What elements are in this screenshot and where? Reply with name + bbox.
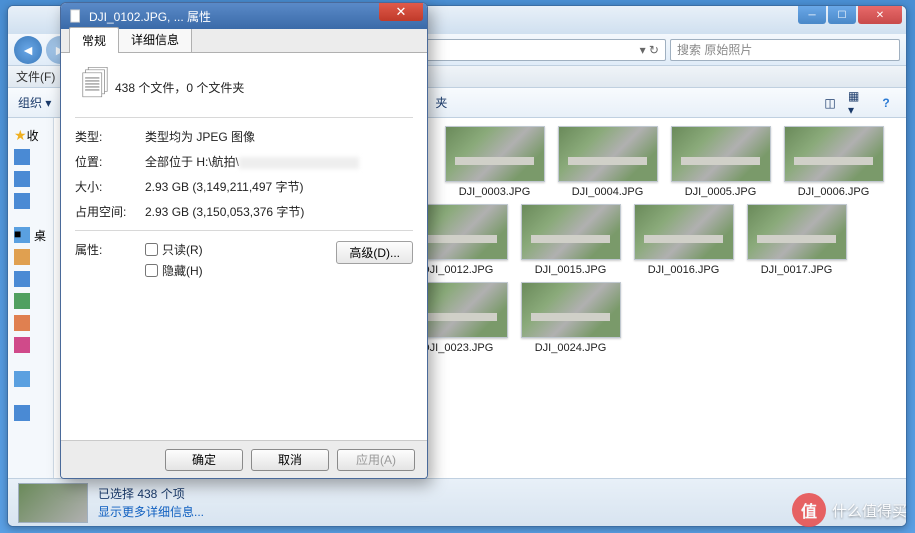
value-sizeondisk: 2.93 GB (3,150,053,376 字节) [145, 203, 413, 220]
menu-file[interactable]: 文件(F) [16, 68, 55, 85]
files-stack-icon: 🗐 [75, 67, 115, 107]
file-name: DJI_0016.JPG [648, 264, 720, 276]
minimize-button[interactable]: ─ [798, 6, 826, 24]
properties-dialog: DJI_0102.JPG, ... 属性 ✕ 常规 详细信息 🗐 438 个文件… [60, 2, 428, 479]
generic-folder-icon[interactable] [14, 193, 30, 209]
advanced-button[interactable]: 高级(D)... [336, 241, 413, 264]
statusbar: 已选择 438 个项 显示更多详细信息... [8, 478, 906, 526]
dialog-title: DJI_0102.JPG, ... 属性 [89, 8, 211, 25]
star-icon: ★ [14, 127, 27, 144]
tab-details[interactable]: 详细信息 [118, 26, 192, 52]
documents-icon[interactable] [14, 315, 30, 331]
thumbnail-image [445, 126, 545, 182]
thumbnail-image [671, 126, 771, 182]
sidebar: ★收 ■桌 [8, 118, 54, 500]
file-name: DJI_0012.JPG [422, 264, 494, 276]
file-thumb[interactable]: DJI_0003.JPG [442, 126, 547, 198]
dialog-footer: 确定 取消 应用(A) [61, 440, 427, 478]
apply-button[interactable]: 应用(A) [337, 449, 415, 471]
nav-back-button[interactable]: ◄ [14, 36, 42, 64]
redacted-path [239, 157, 359, 169]
thumbnail-image [634, 204, 734, 260]
label-sizeondisk: 占用空间: [75, 203, 145, 220]
toolbar-folder-header: 夹 [435, 94, 447, 111]
search-placeholder: 搜索 原始照片 [677, 41, 752, 58]
label-size: 大小: [75, 178, 145, 195]
file-name: DJI_0006.JPG [798, 186, 870, 198]
file-name: DJI_0003.JPG [459, 186, 531, 198]
file-thumb[interactable]: DJI_0006.JPG [781, 126, 886, 198]
sidebar-favorites[interactable]: ★收 [8, 124, 53, 146]
file-thumb[interactable]: DJI_0017.JPG [744, 204, 849, 276]
watermark: 值 什么值得买 [792, 493, 907, 527]
dialog-titlebar: DJI_0102.JPG, ... 属性 ✕ [61, 3, 427, 29]
status-more-link[interactable]: 显示更多详细信息... [98, 503, 204, 521]
readonly-checkbox[interactable] [145, 243, 158, 256]
file-name: DJI_0004.JPG [572, 186, 644, 198]
computer-icon[interactable] [14, 405, 30, 421]
cancel-button[interactable]: 取消 [251, 449, 329, 471]
label-attributes: 属性: [75, 241, 145, 258]
dialog-body: 🗐 438 个文件，0 个文件夹 类型:类型均为 JPEG 图像 位置:全部位于… [61, 53, 427, 441]
thumbnail-image [521, 282, 621, 338]
view-options-icon[interactable]: ▦ ▾ [848, 93, 868, 113]
status-thumbnail [18, 483, 88, 523]
pictures-icon[interactable] [14, 293, 30, 309]
help-icon[interactable]: ? [876, 93, 896, 113]
file-thumb[interactable]: DJI_0016.JPG [631, 204, 736, 276]
watermark-badge: 值 [792, 493, 826, 527]
file-name: DJI_0023.JPG [422, 342, 494, 354]
maximize-button[interactable]: ☐ [828, 6, 856, 24]
library-icon[interactable] [14, 249, 30, 265]
file-name: DJI_0005.JPG [685, 186, 757, 198]
music-icon[interactable] [14, 337, 30, 353]
status-selected-count: 已选择 438 个项 [98, 485, 204, 503]
hidden-label: 隐藏(H) [162, 262, 203, 279]
value-location: 全部位于 H:\航拍\ [145, 153, 413, 170]
dialog-tabs: 常规 详细信息 [61, 29, 427, 53]
desktop-icon[interactable]: ■ [14, 227, 30, 243]
search-input[interactable]: 搜索 原始照片 [670, 39, 900, 61]
value-type: 类型均为 JPEG 图像 [145, 128, 413, 145]
label-location: 位置: [75, 153, 145, 170]
file-thumb[interactable]: DJI_0005.JPG [668, 126, 773, 198]
thumbnail-image [558, 126, 658, 182]
thumbnail-image [747, 204, 847, 260]
file-count-summary: 438 个文件，0 个文件夹 [115, 67, 413, 96]
file-icon [69, 9, 83, 23]
preview-pane-icon[interactable]: ◫ [820, 93, 840, 113]
ok-button[interactable]: 确定 [165, 449, 243, 471]
file-thumb[interactable]: DJI_0004.JPG [555, 126, 660, 198]
file-thumb[interactable]: DJI_0015.JPG [518, 204, 623, 276]
file-name: DJI_0024.JPG [535, 342, 607, 354]
toolbar-organize[interactable]: 组织 ▾ [18, 94, 51, 111]
videos-icon[interactable] [14, 271, 30, 287]
readonly-label: 只读(R) [162, 241, 203, 258]
file-thumb[interactable]: DJI_0024.JPG [518, 282, 623, 354]
file-name: DJI_0015.JPG [535, 264, 607, 276]
thumbnail-image [521, 204, 621, 260]
generic-folder-icon[interactable] [14, 171, 30, 187]
dialog-close-button[interactable]: ✕ [379, 3, 423, 21]
value-size: 2.93 GB (3,149,211,497 字节) [145, 178, 413, 195]
close-button[interactable]: ✕ [858, 6, 902, 24]
hidden-checkbox[interactable] [145, 264, 158, 277]
file-name: DJI_0017.JPG [761, 264, 833, 276]
homegroup-icon[interactable] [14, 371, 30, 387]
thumbnail-image [784, 126, 884, 182]
watermark-text: 什么值得买 [832, 500, 907, 521]
tab-general[interactable]: 常规 [69, 27, 119, 53]
generic-folder-icon[interactable] [14, 149, 30, 165]
label-type: 类型: [75, 128, 145, 145]
